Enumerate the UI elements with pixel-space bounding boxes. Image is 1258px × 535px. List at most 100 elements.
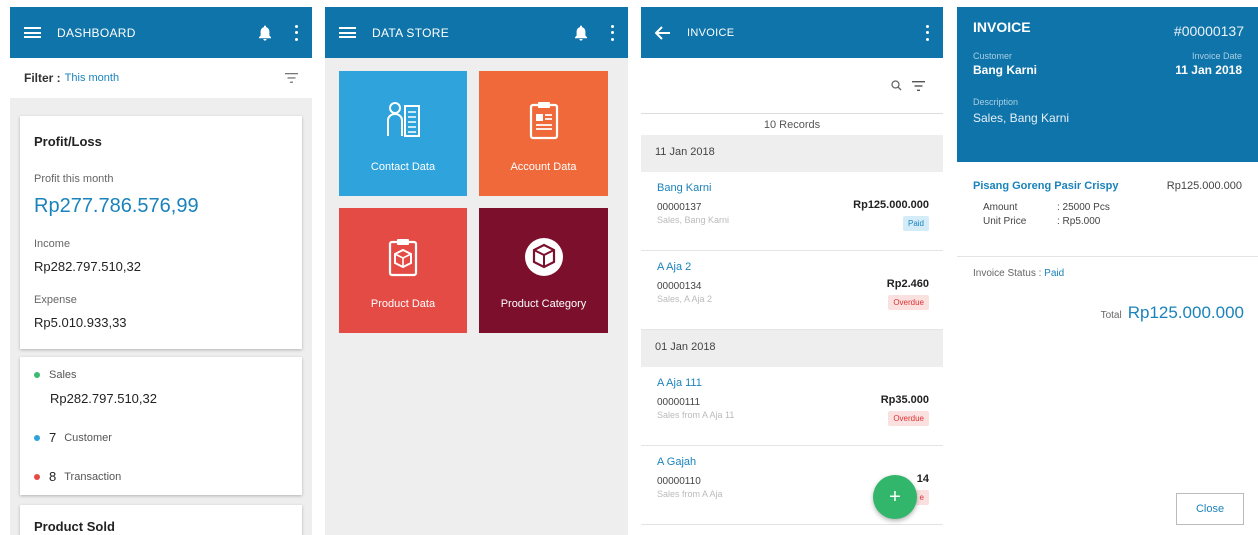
total-label: Total [1100, 310, 1122, 321]
status-label: Invoice Status : [973, 268, 1042, 279]
filter-label: Filter : [24, 71, 61, 85]
invoice-customer: Bang Karni [657, 182, 712, 194]
toolbar [641, 58, 943, 113]
invoice-row[interactable]: A Aja 2 00000134 Sales, A Aja 2 Rp2.460 … [641, 251, 943, 330]
tile-grid: Contact Data Account Data Product Data P… [325, 58, 628, 346]
sales-label: Sales [49, 369, 77, 381]
status-badge: Overdue [888, 411, 929, 426]
card-title: Profit/Loss [34, 134, 102, 149]
add-invoice-button[interactable]: + [873, 475, 917, 519]
record-count: 10 Records [641, 113, 943, 135]
bell-icon[interactable] [574, 25, 588, 41]
invoice-row[interactable]: Bang Karni 00000137 Sales, Bang Karni Rp… [641, 172, 943, 251]
customer-label: Customer [64, 431, 112, 444]
app-bar: DASHBOARD [10, 7, 312, 58]
sales-row: Sales [34, 369, 288, 381]
dashboard-screen: DASHBOARD Filter : This month Profit/Los… [10, 7, 312, 535]
status-badge: Overdue [888, 295, 929, 310]
invoice-item: Pisang Goreng Pasir Crispy Rp125.000.000… [957, 162, 1258, 257]
red-dot-icon [34, 473, 40, 480]
sales-value: Rp282.797.510,32 [50, 391, 157, 406]
invoice-header: INVOICE #00000137 Customer Bang Karni In… [957, 7, 1258, 162]
app-bar: DATA STORE [325, 7, 628, 58]
more-icon[interactable] [610, 24, 614, 41]
transaction-label: Transaction [64, 470, 122, 483]
customer-date-row: Customer Bang Karni Invoice Date 11 Jan … [973, 51, 1242, 77]
screen-title: DATA STORE [372, 25, 450, 40]
card-title: Product Sold [34, 519, 115, 534]
date-group-header: 01 Jan 2018 [641, 330, 943, 367]
invoice-customer: A Aja 111 [657, 377, 702, 389]
tile-contact-data[interactable]: Contact Data [339, 71, 467, 196]
date-label: Invoice Date [1191, 51, 1242, 61]
menu-icon[interactable] [339, 27, 356, 38]
tile-account-data[interactable]: Account Data [479, 71, 608, 196]
contact-list-icon [387, 102, 420, 137]
amount-label: Amount [983, 202, 1018, 213]
green-dot-icon [34, 372, 40, 378]
invoice-amount: Rp35.000 [880, 394, 929, 406]
product-sold-card: Product Sold [20, 505, 302, 535]
date-value: 11 Jan 2018 [1175, 63, 1242, 77]
filter-value[interactable]: This month [65, 72, 119, 84]
status-value: Paid [1044, 268, 1065, 279]
screen-title: INVOICE [687, 26, 735, 39]
transaction-row: 8 Transaction [34, 469, 288, 484]
filter-bar[interactable]: Filter : This month [10, 58, 312, 98]
invoice-amount: Rp2.460 [886, 278, 929, 290]
customer-label: Customer [973, 51, 1013, 61]
invoice-detail-screen: INVOICE #00000137 Customer Bang Karni In… [957, 7, 1258, 535]
unit-price-row: Unit Price : Rp5.000 [983, 216, 1242, 227]
tile-label: Product Category [500, 298, 587, 310]
customer-row: 7 Customer [34, 430, 288, 445]
amount-value: : 25000 Pcs [1057, 202, 1110, 213]
tile-label: Contact Data [370, 161, 436, 173]
customer-value: Bang Karni [973, 63, 1038, 77]
app-bar: INVOICE [641, 7, 943, 58]
invoice-row[interactable]: A Aja 111 00000111 Sales from A Aja 11 R… [641, 367, 943, 446]
tile-label: Account Data [510, 161, 577, 173]
screen-title: DASHBOARD [57, 25, 136, 40]
menu-icon[interactable] [24, 27, 41, 38]
bell-icon[interactable] [258, 25, 272, 41]
total-row: Total Rp125.000.000 [1101, 303, 1244, 323]
tile-product-data[interactable]: Product Data [339, 208, 467, 333]
transaction-count: 8 [49, 469, 57, 484]
amount-row: Amount : 25000 Pcs [983, 202, 1242, 213]
more-icon[interactable] [294, 24, 298, 41]
unit-price-label: Unit Price [983, 216, 1027, 227]
cube-icon [524, 238, 563, 276]
date-group-header: 11 Jan 2018 [641, 135, 943, 172]
income-value: Rp282.797.510,32 [34, 259, 141, 274]
profit-loss-card: Profit/Loss Profit this month Rp277.786.… [20, 116, 302, 349]
search-icon[interactable] [891, 80, 902, 91]
summary-card: Sales Rp282.797.510,32 7 Customer 8 Tran… [20, 357, 302, 495]
invoice-description: Sales from A Aja 11 [657, 410, 735, 420]
unit-price-value: : Rp5.000 [1057, 216, 1101, 227]
more-icon[interactable] [925, 24, 929, 41]
invoice-status: Invoice Status : Paid [957, 257, 1258, 290]
expense-label: Expense [34, 294, 77, 306]
status-badge: Paid [902, 216, 929, 231]
close-button[interactable]: Close [1176, 493, 1244, 525]
invoice-number: #00000137 [1173, 23, 1244, 39]
invoice-customer: A Gajah [657, 456, 697, 468]
clipboard-icon [529, 102, 558, 140]
invoice-customer: A Aja 2 [657, 261, 692, 273]
expense-value: Rp5.010.933,33 [34, 315, 127, 330]
total-value: Rp125.000.000 [1127, 303, 1244, 322]
datastore-screen: DATA STORE Contact Data Account Data Pro… [325, 7, 628, 535]
item-price: Rp125.000.000 [1166, 180, 1242, 192]
product-clipboard-icon [388, 239, 418, 277]
customer-count: 7 [49, 430, 57, 445]
back-arrow-icon[interactable] [655, 25, 671, 40]
blue-dot-icon [34, 434, 40, 441]
filter-icon[interactable] [285, 73, 298, 83]
invoice-amount: Rp125.000.000 [853, 199, 929, 211]
tile-product-category[interactable]: Product Category [479, 208, 608, 333]
filter-icon[interactable] [912, 80, 925, 91]
description-value: Sales, Bang Karni [973, 111, 1070, 125]
invoice-list-screen: INVOICE 10 Records 11 Jan 2018 Bang Karn… [641, 7, 943, 535]
invoice-amount: 14 [916, 473, 929, 485]
description-label: Description [973, 97, 1019, 107]
